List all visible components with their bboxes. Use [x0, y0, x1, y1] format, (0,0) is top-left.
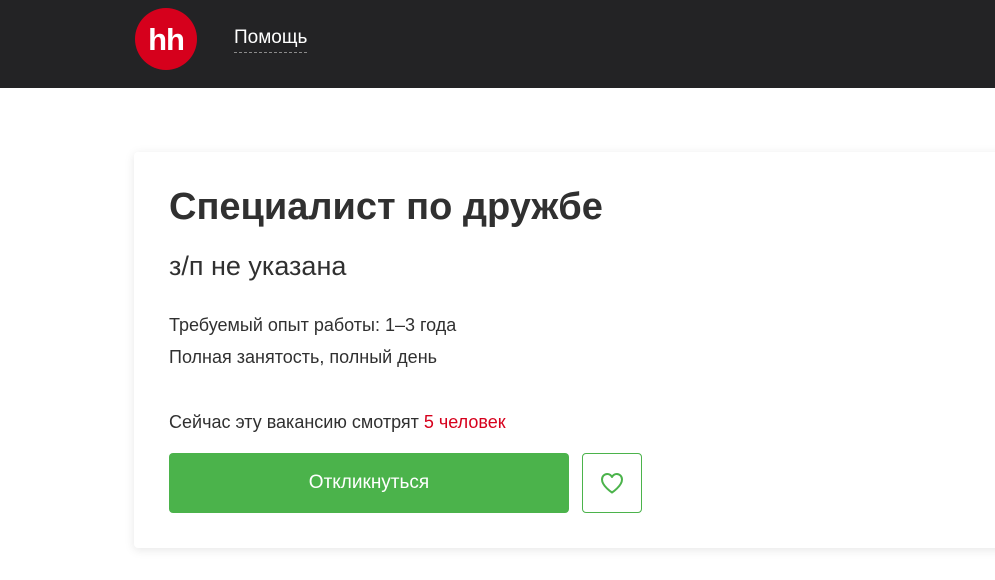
respond-button[interactable]: Откликнуться	[169, 453, 569, 513]
vacancy-card: Специалист по дружбе з/п не указана Треб…	[134, 152, 995, 548]
heart-outline-icon	[601, 473, 623, 494]
viewers-prefix: Сейчас эту вакансию смотрят	[169, 412, 424, 432]
favorite-button[interactable]	[582, 453, 642, 513]
experience-text: Требуемый опыт работы: 1–3 года	[169, 315, 457, 335]
help-link[interactable]: Помощь	[234, 27, 308, 53]
viewers-notice: Сейчас эту вакансию смотрят 5 человек	[169, 412, 506, 433]
salary-text: з/п не указана	[169, 251, 347, 281]
top-header: hh Помощь	[0, 0, 995, 88]
viewers-count: 5 человек	[423, 412, 506, 432]
employment-text: Полная занятость, полный день	[169, 347, 438, 367]
vacancy-title: Специалист по дружбе	[169, 186, 603, 228]
hh-logo[interactable]: hh	[135, 8, 197, 70]
